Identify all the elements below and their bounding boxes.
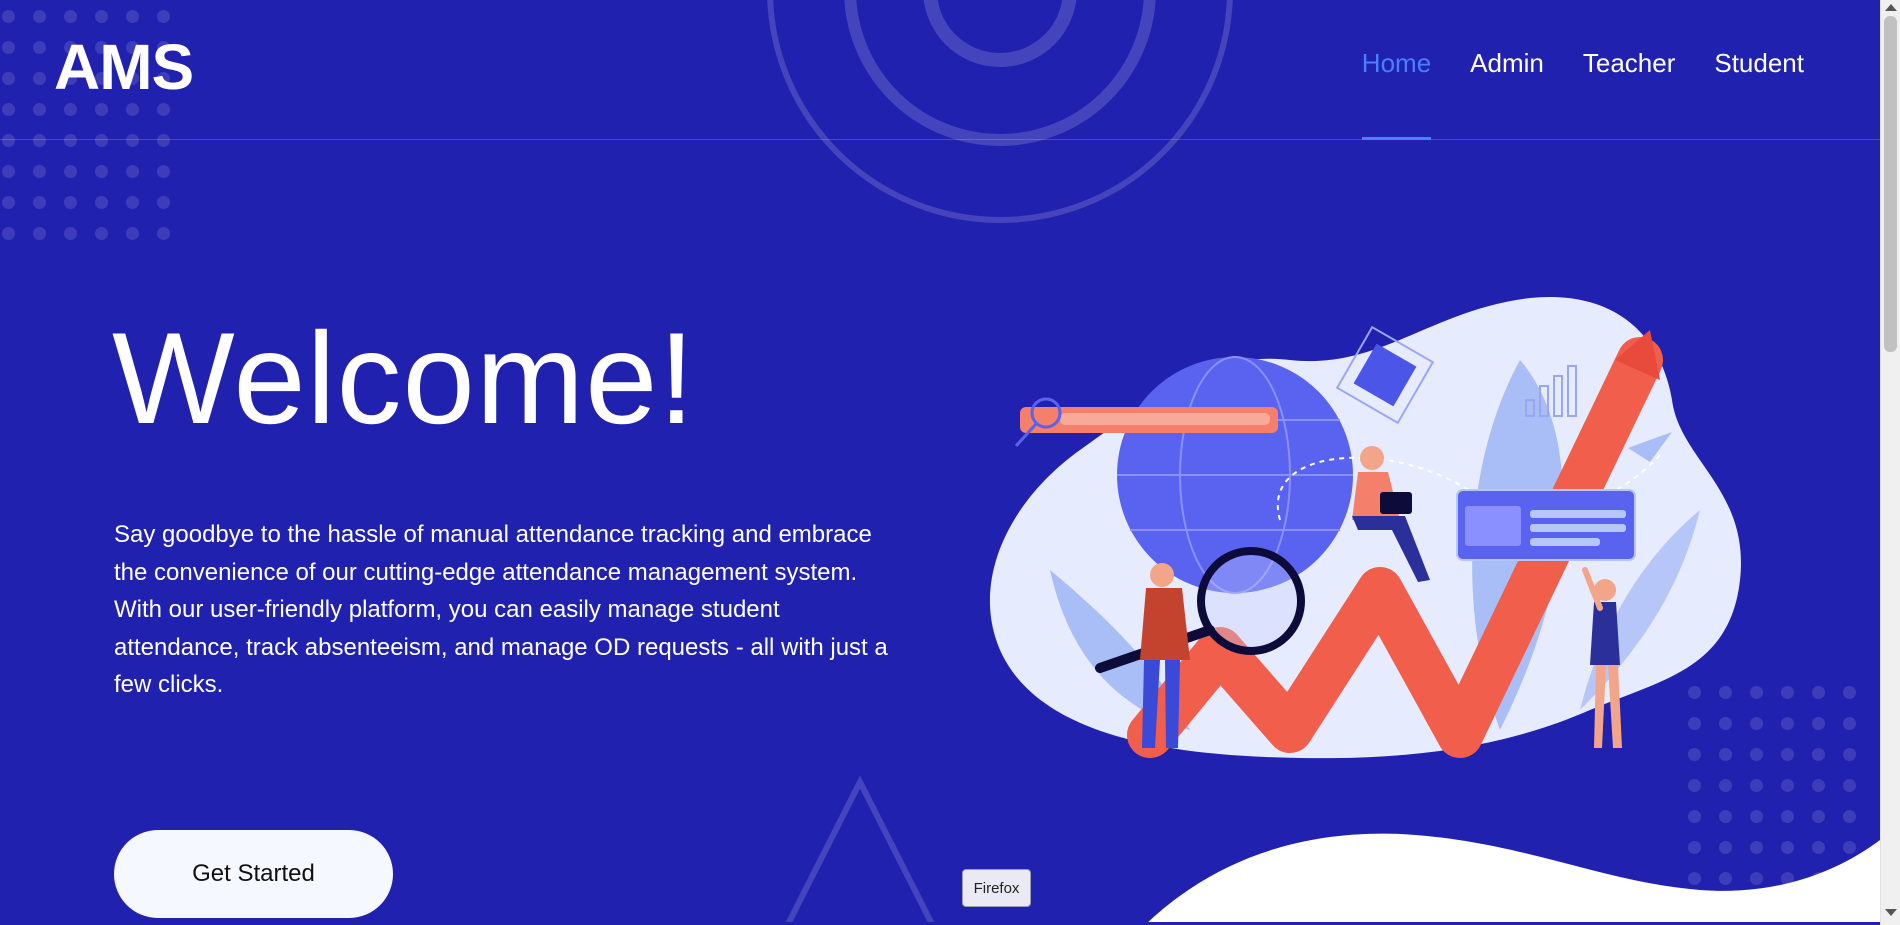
decorative-dot — [33, 227, 46, 240]
decorative-dot — [1843, 748, 1856, 761]
decorative-dot — [95, 227, 108, 240]
decorative-dot — [64, 227, 77, 240]
decorative-dot — [126, 165, 139, 178]
decorative-dot — [33, 196, 46, 209]
site-header: AMS Home Admin Teacher Student — [0, 0, 1880, 140]
decorative-dot — [126, 227, 139, 240]
decorative-dot — [1812, 748, 1825, 761]
decorative-dot — [126, 196, 139, 209]
decorative-dot — [1781, 810, 1794, 823]
decorative-dot — [2, 196, 15, 209]
scroll-up-arrow-icon[interactable] — [1885, 4, 1897, 11]
decorative-dot — [95, 165, 108, 178]
decorative-dot — [33, 165, 46, 178]
decorative-dot — [1812, 810, 1825, 823]
nav-item-teacher[interactable]: Teacher — [1583, 48, 1676, 140]
decorative-triangle — [785, 775, 935, 922]
decorative-dot — [1688, 779, 1701, 792]
decorative-dot — [1781, 686, 1794, 699]
decorative-dot — [1843, 810, 1856, 823]
main-nav: Home Admin Teacher Student — [1361, 48, 1804, 140]
hero-description: Say goodbye to the hassle of manual atte… — [114, 521, 888, 698]
nav-item-student[interactable]: Student — [1714, 48, 1804, 140]
nav-item-home[interactable]: Home — [1361, 48, 1432, 140]
decorative-dot — [1843, 779, 1856, 792]
decorative-dot — [1719, 779, 1732, 792]
decorative-dot — [64, 165, 77, 178]
brand-logo[interactable]: AMS — [54, 30, 194, 104]
decorative-dot — [2, 165, 15, 178]
decorative-dot — [1812, 717, 1825, 730]
decorative-dot — [1812, 686, 1825, 699]
decorative-dot — [1843, 686, 1856, 699]
decorative-dot — [1781, 779, 1794, 792]
decorative-dot — [2, 227, 15, 240]
nav-item-admin[interactable]: Admin — [1470, 48, 1544, 140]
decorative-wave — [1148, 833, 1880, 922]
hero-illustration — [989, 296, 1741, 759]
scrollbar-thumb[interactable] — [1884, 16, 1897, 352]
hero-title: Welcome! — [112, 305, 696, 451]
decorative-dot — [1781, 748, 1794, 761]
decorative-dot — [1750, 779, 1763, 792]
vertical-scrollbar[interactable] — [1880, 0, 1900, 925]
decorative-dot — [157, 165, 170, 178]
decorative-dot — [1750, 717, 1763, 730]
decorative-dot — [1750, 810, 1763, 823]
decorative-dot — [157, 196, 170, 209]
browser-tooltip: Firefox — [962, 869, 1031, 907]
decorative-dot — [95, 196, 108, 209]
page-viewport: AMS Home Admin Teacher Student Welcome! … — [0, 0, 1880, 922]
decorative-dot — [1750, 686, 1763, 699]
decorative-dot — [1781, 717, 1794, 730]
decorative-dot — [1812, 779, 1825, 792]
decorative-dot — [1719, 810, 1732, 823]
decorative-dot — [1750, 748, 1763, 761]
decorative-dot — [1688, 810, 1701, 823]
scroll-down-arrow-icon[interactable] — [1885, 909, 1897, 916]
decorative-dot — [64, 196, 77, 209]
decorative-dot — [1843, 717, 1856, 730]
get-started-button[interactable]: Get Started — [114, 830, 393, 918]
decorative-dot — [157, 227, 170, 240]
